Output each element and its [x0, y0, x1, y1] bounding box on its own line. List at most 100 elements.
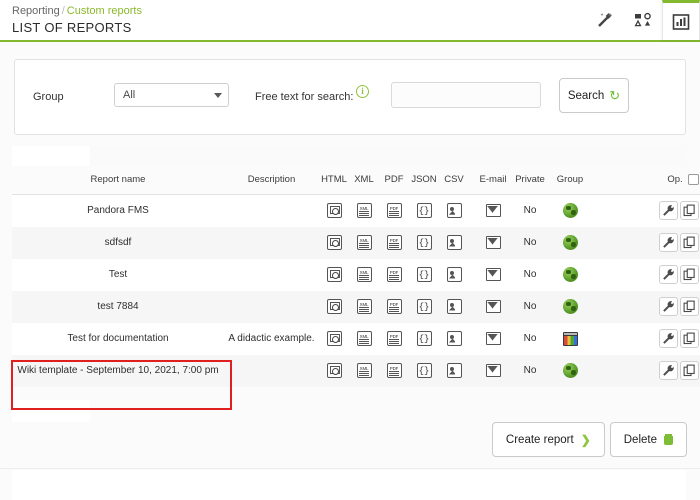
- json-export-icon[interactable]: {}: [416, 363, 432, 378]
- table-row[interactable]: Pandora FMS XML PDF {} No: [12, 194, 700, 227]
- duplicate-report-icon[interactable]: [680, 201, 699, 221]
- cell-private: No: [523, 205, 537, 217]
- free-text-search-input[interactable]: [391, 82, 541, 108]
- xml-export-icon[interactable]: XML: [356, 235, 372, 250]
- cell-report-name[interactable]: Pandora FMS: [12, 195, 224, 227]
- table-tab-bottom[interactable]: [12, 400, 90, 422]
- xml-export-icon[interactable]: XML: [356, 203, 372, 219]
- shapes-icon[interactable]: [624, 0, 662, 40]
- globe-icon[interactable]: [562, 299, 578, 314]
- table-row[interactable]: test 7884 XML PDF {} No: [12, 290, 700, 323]
- chevron-down-icon: [214, 93, 222, 98]
- cell-report-name[interactable]: Test for documentation: [12, 323, 224, 355]
- globe-icon[interactable]: [562, 203, 578, 219]
- group-select[interactable]: All: [114, 83, 229, 107]
- reports-table: Report name Description HTML XML PDF JSO…: [12, 166, 700, 387]
- csv-export-icon[interactable]: [446, 299, 462, 314]
- html-export-icon[interactable]: [326, 363, 342, 378]
- html-export-icon[interactable]: [326, 235, 342, 250]
- csv-export-icon[interactable]: [446, 363, 462, 378]
- globe-icon[interactable]: [562, 267, 578, 282]
- edit-report-icon[interactable]: [659, 297, 678, 316]
- duplicate-report-icon[interactable]: [680, 361, 699, 380]
- edit-report-icon[interactable]: [659, 329, 678, 348]
- table-row[interactable]: Wiki template - September 10, 2021, 7:00…: [12, 354, 700, 387]
- duplicate-report-icon[interactable]: [680, 265, 699, 284]
- email-icon[interactable]: [485, 204, 501, 218]
- xml-export-icon[interactable]: XML: [356, 267, 372, 282]
- email-icon[interactable]: [485, 268, 501, 281]
- html-export-icon[interactable]: [326, 267, 342, 282]
- xml-export-icon[interactable]: XML: [356, 331, 372, 346]
- breadcrumb-reporting[interactable]: Reporting: [12, 5, 60, 17]
- edit-report-icon[interactable]: [659, 361, 678, 380]
- json-export-icon[interactable]: {}: [416, 299, 432, 314]
- report-view-icon[interactable]: [662, 0, 700, 40]
- col-op-label: Op.: [667, 174, 683, 185]
- pdf-export-icon[interactable]: PDF: [386, 235, 402, 250]
- csv-export-icon[interactable]: [446, 331, 462, 346]
- pdf-export-icon[interactable]: PDF: [386, 267, 402, 282]
- html-export-icon[interactable]: [326, 331, 342, 346]
- cell-description: [224, 355, 319, 387]
- email-icon[interactable]: [485, 332, 501, 345]
- csv-export-icon[interactable]: [446, 235, 462, 250]
- email-icon[interactable]: [485, 300, 501, 313]
- select-all-checkbox[interactable]: [687, 174, 699, 185]
- table-row[interactable]: Test for documentation A didactic example…: [12, 322, 700, 355]
- globe-icon[interactable]: [562, 235, 578, 250]
- cell-pdf: PDF: [379, 259, 409, 291]
- breadcrumb-separator: /: [61, 5, 65, 17]
- html-export-icon[interactable]: [326, 203, 342, 219]
- page-header: Reporting / Custom reports LIST OF REPORTS: [0, 0, 700, 42]
- xml-export-icon[interactable]: XML: [356, 363, 372, 378]
- grid-icon[interactable]: [562, 331, 578, 346]
- edit-report-icon[interactable]: [659, 265, 678, 284]
- cell-xml: XML: [349, 259, 379, 291]
- cell-pdf: PDF: [379, 291, 409, 323]
- cell-private: No: [523, 301, 537, 312]
- json-export-icon[interactable]: {}: [416, 235, 432, 250]
- duplicate-report-icon[interactable]: [680, 297, 699, 316]
- edit-report-icon[interactable]: [659, 233, 678, 252]
- pdf-export-icon[interactable]: PDF: [386, 299, 402, 314]
- email-icon[interactable]: [485, 236, 501, 249]
- cell-report-name[interactable]: Test: [12, 259, 224, 291]
- email-icon[interactable]: [485, 364, 501, 377]
- table-tab-top[interactable]: [12, 146, 90, 166]
- pdf-export-icon[interactable]: PDF: [386, 363, 402, 378]
- cell-report-name[interactable]: Wiki template - September 10, 2021, 7:00…: [12, 355, 224, 387]
- pdf-export-icon[interactable]: PDF: [386, 203, 402, 219]
- edit-report-icon[interactable]: [659, 201, 678, 221]
- col-json: JSON: [409, 166, 439, 195]
- json-export-icon[interactable]: {}: [416, 331, 432, 346]
- breadcrumb-custom-reports[interactable]: Custom reports: [67, 5, 142, 17]
- xml-export-icon[interactable]: XML: [356, 299, 372, 314]
- magic-wand-icon[interactable]: [586, 0, 624, 40]
- cell-html: [319, 259, 349, 291]
- cell-report-name[interactable]: sdfsdf: [12, 227, 224, 259]
- breadcrumb: Reporting / Custom reports: [12, 5, 142, 17]
- delete-label: Delete: [623, 433, 657, 446]
- info-icon[interactable]: i: [356, 85, 369, 98]
- cell-email: [475, 195, 511, 227]
- html-export-icon[interactable]: [326, 299, 342, 314]
- csv-export-icon[interactable]: [446, 267, 462, 282]
- pdf-export-icon[interactable]: PDF: [386, 331, 402, 346]
- csv-export-icon[interactable]: [446, 203, 462, 219]
- cell-group: [549, 323, 591, 355]
- duplicate-report-icon[interactable]: [680, 233, 699, 252]
- create-report-button[interactable]: Create report ❯: [491, 422, 605, 457]
- globe-icon[interactable]: [562, 363, 578, 378]
- table-row[interactable]: Test XML PDF {} No: [12, 258, 700, 291]
- table-row[interactable]: sdfsdf XML PDF {} No: [12, 226, 700, 259]
- cell-report-name[interactable]: test 7884: [12, 291, 224, 323]
- cell-csv: [439, 323, 469, 355]
- duplicate-report-icon[interactable]: [680, 329, 699, 348]
- search-button[interactable]: Search ↻: [559, 78, 629, 113]
- json-export-icon[interactable]: {}: [416, 267, 432, 282]
- col-description: Description: [224, 166, 319, 195]
- delete-button[interactable]: Delete: [609, 422, 687, 457]
- cell-email: [475, 227, 511, 259]
- json-export-icon[interactable]: {}: [416, 203, 432, 219]
